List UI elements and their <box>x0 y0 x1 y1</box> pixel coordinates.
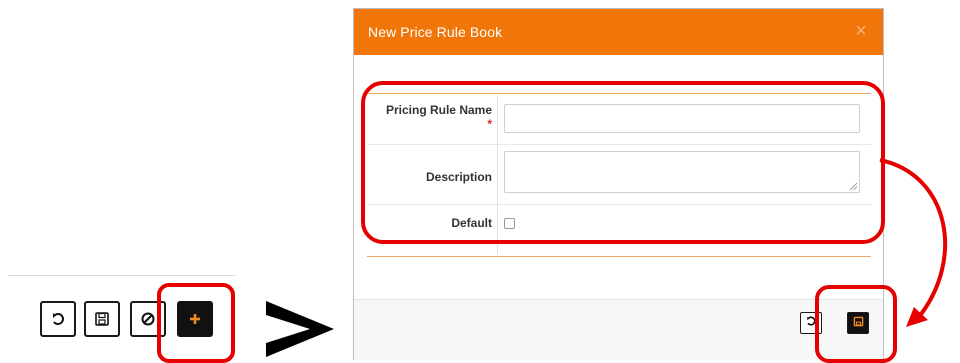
modal-footer <box>354 299 883 360</box>
save-icon <box>94 311 110 327</box>
form-column-divider <box>497 96 498 254</box>
row-separator <box>367 204 871 205</box>
new-price-rule-book-modal: New Price Rule Book × Pricing Rule Name … <box>353 8 884 360</box>
undo-button[interactable] <box>40 301 76 337</box>
pricing-rule-name-label: Pricing Rule Name * <box>367 103 492 131</box>
modal-title: New Price Rule Book <box>368 24 503 40</box>
undo-icon <box>50 311 66 327</box>
save-button[interactable] <box>84 301 120 337</box>
toolbar-divider <box>8 275 236 276</box>
price-rule-form: Pricing Rule Name * Description Default <box>367 93 871 257</box>
close-icon[interactable]: × <box>851 21 871 41</box>
description-label: Description <box>425 170 492 184</box>
pricing-rule-name-input[interactable] <box>504 104 860 133</box>
cancel-icon <box>140 311 156 327</box>
row-separator <box>367 144 871 145</box>
default-label: Default <box>451 216 492 230</box>
required-marker: * <box>487 117 492 131</box>
step-arrow-symbol <box>266 301 334 357</box>
cancel-button[interactable] <box>130 301 166 337</box>
resize-grip-icon[interactable] <box>850 183 857 190</box>
footer-save-button[interactable] <box>847 312 869 334</box>
add-icon <box>188 312 202 326</box>
footer-undo-button[interactable] <box>800 312 822 334</box>
undo-icon <box>805 314 817 332</box>
default-checkbox[interactable] <box>504 218 515 229</box>
save-icon <box>853 314 864 332</box>
modal-header: New Price Rule Book × <box>354 9 883 55</box>
description-textarea[interactable] <box>504 151 860 193</box>
add-button[interactable] <box>177 301 213 337</box>
